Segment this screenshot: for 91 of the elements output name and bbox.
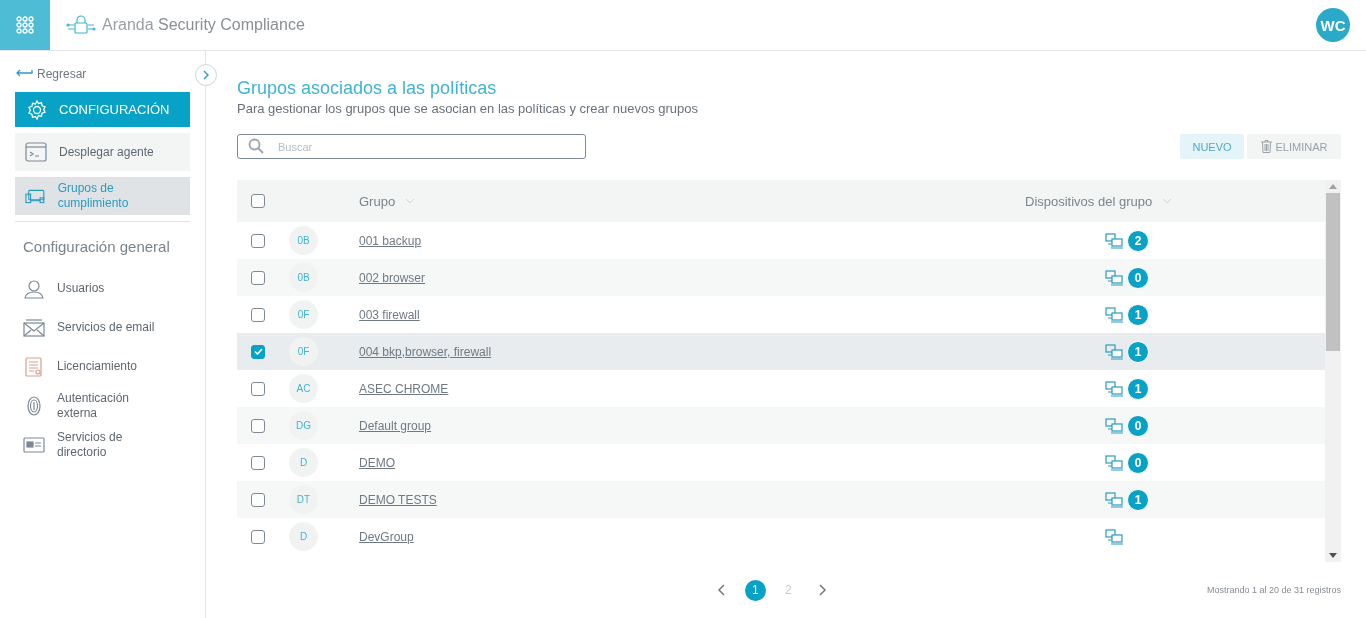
row-checkbox[interactable] [251,381,265,396]
computers-icon [1105,454,1123,471]
group-link[interactable]: DEMO [359,455,395,470]
initials-avatar: AC [289,374,318,403]
row-checkbox[interactable] [251,233,265,248]
row-checkbox[interactable] [251,270,265,285]
delete-button[interactable]: ELIMINAR [1247,134,1341,159]
group-link[interactable]: Default group [359,418,432,433]
device-count-badge: 1 [1127,488,1149,511]
computers-icon [1105,232,1123,249]
row-checkbox[interactable] [251,307,265,322]
computers-icon [1105,417,1123,434]
computers-icon [1105,269,1123,286]
table-row[interactable]: DG Default group 0 [237,407,1325,444]
sidebar-item[interactable]: Autenticación externa [15,386,190,425]
chevron-down-icon [1162,198,1173,204]
brand-name: Aranda Security Compliance [102,16,305,34]
chevron-left-icon [717,584,725,596]
initials-avatar: 0F [289,337,318,366]
chevron-right-icon [818,584,826,596]
initials-avatar: DT [289,485,318,514]
sidebar-item[interactable]: Servicios de directorio [15,425,190,464]
checkmark-icon [253,348,263,355]
sidebar-item[interactable]: Grupos de cumplimiento [15,177,190,215]
table-row[interactable]: 0B 002 browser 0 [237,259,1325,296]
device-count-badge: 0 [1127,266,1149,289]
device-count-badge: 1 [1127,377,1149,400]
computers-icon [1105,528,1123,545]
user-avatar[interactable]: WC [1316,8,1350,42]
settings-icon [27,99,47,120]
scrollbar[interactable] [1325,180,1341,562]
sidebar-item[interactable]: Licenciamiento [15,347,190,386]
computers-icon [1105,343,1123,360]
back-link[interactable]: Regresar [15,65,190,83]
column-header[interactable]: Grupo [359,193,396,209]
initials-avatar: D [289,448,318,477]
row-checkbox[interactable] [251,492,265,507]
scroll-up-icon [1329,184,1337,189]
search-icon [248,138,264,154]
column-header[interactable]: Dispositivos del grupo [1025,193,1153,209]
initials-avatar: DG [289,411,318,440]
initials-avatar: 0B [289,226,318,255]
sidebar-item[interactable]: Servicios de email [15,308,190,347]
group-link[interactable]: DevGroup [359,529,414,544]
return-arrow-icon [15,69,33,79]
document-icon [23,356,45,377]
row-checkbox[interactable] [251,418,265,433]
scroll-down-icon [1329,553,1337,558]
device-count-badge: 0 [1127,414,1149,437]
row-checkbox[interactable] [251,455,265,470]
computers-icon [1105,306,1123,323]
group-link[interactable]: 003 firewall [359,307,420,322]
records-summary: Mostrando 1 al 20 de 31 registros [1206,585,1341,595]
table-row[interactable]: 0F 004 bkp,browser, firewall 1 [237,333,1325,370]
initials-avatar: 0B [289,263,318,292]
device-count-badge: 2 [1127,229,1149,252]
page-subtitle: Para gestionar los grupos que se asocian en las políticas y crear nuevos grupos [237,101,700,116]
group-link[interactable]: 004 bkp,browser, firewall [359,344,492,359]
device-count-badge: 1 [1127,340,1149,363]
id-card-icon [23,434,45,455]
padlock-circuit-icon [66,14,96,36]
select-all-checkbox[interactable] [251,194,265,208]
chevron-down-icon [405,198,416,204]
computers-icon [1105,491,1123,508]
group-link[interactable]: ASEC CHROME [359,381,449,396]
sidebar-item[interactable]: Desplegar agente [15,133,190,171]
row-checkbox[interactable] [251,344,265,359]
table-row[interactable]: DT DEMO TESTS 1 [237,481,1325,518]
search-field[interactable]: Buscar [237,134,586,159]
new-button[interactable]: NUEVO [1180,134,1244,159]
user-icon [23,278,45,299]
device-count-badge: 1 [1127,303,1149,326]
group-link[interactable]: DEMO TESTS [359,492,437,507]
page-title: Grupos asociados a las políticas [237,78,498,99]
computers-icon [1105,380,1123,397]
page-button[interactable]: 1 [744,579,766,601]
chevron-right-icon [203,70,209,80]
trash-icon [1260,140,1272,153]
apps-grid-icon [16,16,34,34]
row-checkbox[interactable] [251,529,265,544]
apps-grid-button[interactable] [0,0,50,50]
group-link[interactable]: 002 browser [359,270,426,285]
initials-avatar: 0F [289,300,318,329]
device-count-badge: 0 [1127,451,1149,474]
configuration-button[interactable]: CONFIGURACIÓN [15,92,190,127]
sidebar-item[interactable]: Usuarios [15,269,190,308]
terminal-window-icon [25,142,47,162]
group-link[interactable]: 001 backup [359,233,422,248]
envelope-icon [23,317,45,338]
section-heading: Configuración general [23,238,171,255]
initials-avatar: D [289,522,318,551]
